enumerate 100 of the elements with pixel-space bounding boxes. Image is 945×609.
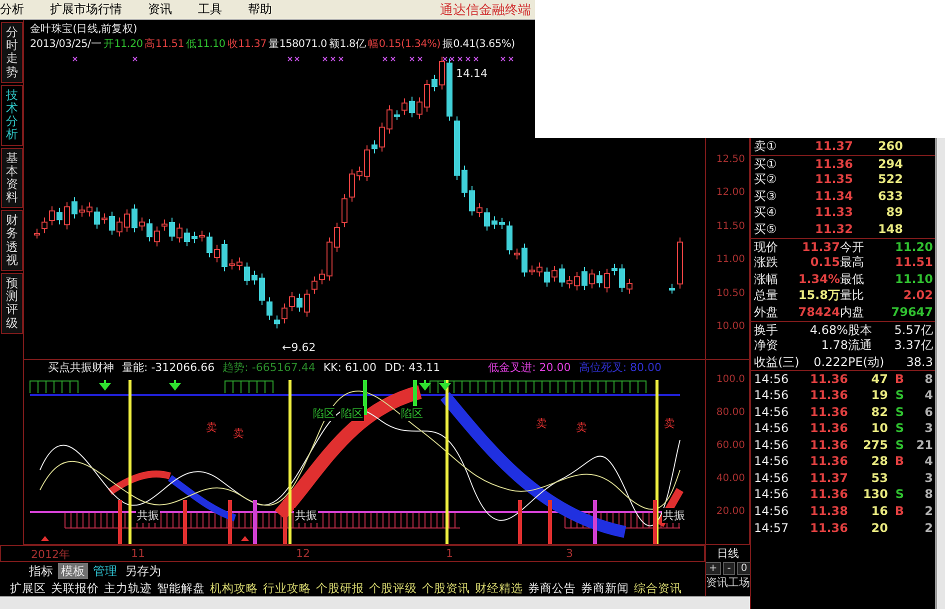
trade-count: 21 xyxy=(915,436,933,454)
trade-side: S xyxy=(894,436,904,454)
indicator-signal-label: 共振 xyxy=(294,508,318,523)
trade-price: 11.36 xyxy=(809,371,848,388)
formula-tab[interactable]: 另存为 xyxy=(122,563,164,579)
formula-tab[interactable]: 管理 xyxy=(90,563,120,579)
trade-side: S xyxy=(894,486,904,504)
stat-label: 换手 xyxy=(754,322,779,338)
indicator-signal-label: 卖 xyxy=(232,426,245,441)
info-tab[interactable]: 主力轨迹 xyxy=(104,580,152,596)
menu-item[interactable]: 扩展市场行情 xyxy=(50,1,136,18)
stat-value: 1.78 xyxy=(820,337,848,354)
indicator-signal-label: 卖 xyxy=(663,416,676,431)
trade-time: 14:56 xyxy=(754,503,790,520)
cross-marker xyxy=(338,56,344,62)
stat-value: 38.3 xyxy=(905,354,933,370)
info-tab[interactable]: 行业攻略 xyxy=(263,580,311,596)
trade-price: 11.36 xyxy=(809,436,848,454)
quote-field: 额1.8亿 xyxy=(328,37,366,52)
info-tab[interactable]: 个股评级 xyxy=(369,580,417,596)
info-tab[interactable]: 智能解盘 xyxy=(157,580,205,596)
zoom-button[interactable]: 0 xyxy=(736,562,750,575)
cross-marker xyxy=(474,56,478,62)
zoom-button[interactable]: + xyxy=(706,562,722,575)
stat-value: 11.37 xyxy=(801,238,840,256)
trade-volume: 20 xyxy=(870,520,888,536)
side-tab[interactable]: 分时走势 xyxy=(1,22,23,83)
stat-value: 0.222 xyxy=(812,354,848,370)
cross-marker xyxy=(450,56,454,62)
order-volume: 294 xyxy=(876,156,903,172)
trade-volume: 10 xyxy=(870,420,888,437)
trade-time: 14:56 xyxy=(754,404,790,420)
signal-bar xyxy=(118,500,122,544)
axis-tick-label: 11.00 xyxy=(715,254,746,268)
trade-volume: 130 xyxy=(862,486,888,504)
info-tab[interactable]: 扩展区 xyxy=(10,580,46,596)
stock-title: 金叶珠宝(日线,前复权) xyxy=(30,22,138,37)
quote-date: 2013/03/25/一 xyxy=(30,37,102,52)
signal-comb xyxy=(30,380,78,394)
order-price: 11.37 xyxy=(814,138,853,155)
stat-value: 15.8万 xyxy=(797,287,840,304)
trade-time: 14:56 xyxy=(754,436,790,454)
stat-label: 涨幅 xyxy=(754,270,779,288)
side-tab[interactable]: 技术分析 xyxy=(1,84,23,146)
axis-tick-label: 100.0 xyxy=(715,374,746,387)
info-tab[interactable]: 券商新闻 xyxy=(581,580,629,596)
menu-item[interactable]: 工具 xyxy=(198,1,236,18)
quote-field: 量158071.0 xyxy=(268,37,327,52)
side-tab[interactable]: 基本资料 xyxy=(1,148,23,208)
info-tab[interactable]: 财经精选 xyxy=(475,580,523,596)
side-tab[interactable]: 财务透视 xyxy=(1,210,23,271)
signal-bar xyxy=(183,500,187,544)
menu-item[interactable]: 帮助 xyxy=(248,1,286,18)
stat-value: 4.68% xyxy=(808,322,848,338)
info-tab[interactable]: 券商公告 xyxy=(528,580,576,596)
stat-value: 78424 xyxy=(797,304,840,321)
stat-value: 11.51 xyxy=(894,254,933,271)
trade-volume: 47 xyxy=(870,371,888,388)
info-tab[interactable]: 个股资讯 xyxy=(422,580,470,596)
cross-marker xyxy=(132,56,138,62)
trade-price: 11.37 xyxy=(809,470,848,486)
info-tab[interactable]: 关联报价 xyxy=(51,580,99,596)
stat-label: 股本 xyxy=(848,322,873,338)
menu-item[interactable]: 资讯 xyxy=(148,1,186,18)
quote-field: 收11.37 xyxy=(227,37,267,52)
trade-price: 11.36 xyxy=(809,486,848,504)
order-level-label: 买④ xyxy=(754,204,778,221)
time-axis-label: 12 xyxy=(296,547,310,560)
trade-time: 14:56 xyxy=(754,371,790,388)
order-level-label: 买② xyxy=(754,171,778,188)
info-side-tab[interactable]: 资讯工场 xyxy=(706,576,750,590)
trade-volume: 28 xyxy=(870,453,888,470)
quote-field: 振0.41(3.65%) xyxy=(442,37,515,52)
side-tab[interactable]: 预测评级 xyxy=(1,273,23,334)
cross-marker xyxy=(410,56,414,62)
order-volume: 260 xyxy=(876,138,903,155)
indicator-readout: KK: 61.00 xyxy=(323,361,376,376)
stat-label: 净资 xyxy=(754,337,779,354)
info-tab[interactable]: 综合资讯 xyxy=(634,580,682,596)
trade-count: 3 xyxy=(924,470,933,486)
menu-item[interactable]: 分析 xyxy=(0,1,38,18)
indicator-name: 买点共振财神 xyxy=(48,361,114,376)
info-tab[interactable]: 个股研报 xyxy=(316,580,364,596)
trade-side: B xyxy=(894,371,904,388)
up-arrow-icon xyxy=(241,536,249,541)
info-tab[interactable]: 机构攻略 xyxy=(210,580,258,596)
formula-tab[interactable]: 指标 xyxy=(26,563,56,579)
signal-bar xyxy=(653,500,657,544)
indicator-readout: 趋势: -665167.44 xyxy=(222,361,316,376)
zoom-button[interactable]: - xyxy=(723,562,735,575)
indicator-signal-label: 陷区 xyxy=(400,406,424,421)
trade-count: 3 xyxy=(924,420,933,437)
cross-marker xyxy=(508,56,514,62)
stat-label: 内盘 xyxy=(840,304,865,321)
axis-tick-label: 40.00 xyxy=(715,473,746,486)
order-volume: 89 xyxy=(885,204,903,221)
formula-tab[interactable]: 模板 xyxy=(58,563,88,579)
stat-value: 0.15 xyxy=(809,254,840,271)
cross-marker xyxy=(458,56,462,62)
stat-label: 现价 xyxy=(754,238,779,256)
